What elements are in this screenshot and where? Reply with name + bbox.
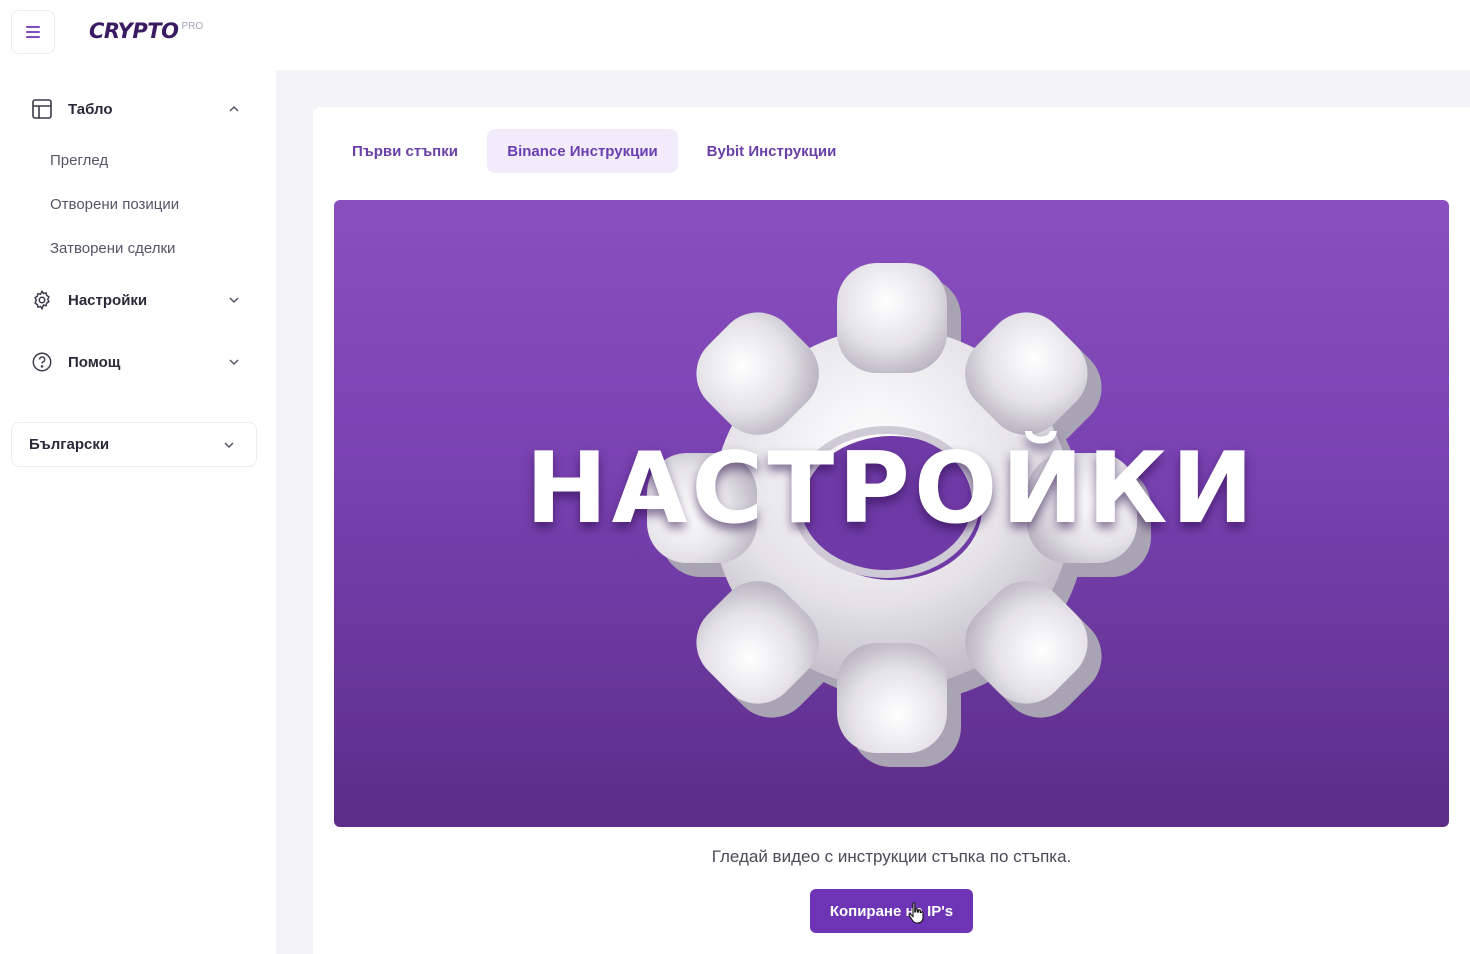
sidebar-group-label: Табло — [68, 100, 113, 118]
sidebar-item-overview[interactable]: Преглед — [50, 152, 108, 169]
chevron-up-icon — [229, 105, 239, 112]
tab-binance-instructions[interactable]: Binance Инструкции — [487, 129, 678, 173]
sidebar-group-settings[interactable]: Настройки — [30, 288, 246, 312]
chevron-down-icon — [229, 297, 239, 304]
logo-text: CRYPTO — [89, 19, 179, 43]
help-circle-icon — [30, 350, 54, 374]
logo[interactable]: CRYPTO PRO — [89, 19, 203, 43]
video-caption: Гледай видео с инструкции стъпка по стъп… — [711, 847, 1072, 866]
chevron-down-icon — [229, 359, 239, 366]
sidebar-group-dashboard[interactable]: Табло — [30, 97, 246, 121]
chevron-down-icon — [224, 442, 234, 449]
sidebar-group-label: Настройки — [68, 291, 148, 309]
gear-icon — [30, 288, 54, 312]
copy-ips-button[interactable]: Копиране на IP's — [810, 889, 973, 933]
language-select[interactable]: Български — [11, 422, 257, 467]
hamburger-menu-button[interactable] — [11, 10, 55, 54]
sidebar-group-label: Помощ — [68, 353, 121, 371]
hamburger-menu-icon — [26, 26, 40, 38]
language-select-value: Български — [29, 436, 110, 453]
hand-cursor-icon — [908, 902, 924, 924]
sidebar-group-help[interactable]: Помощ — [30, 350, 246, 374]
tab-bybit-instructions[interactable]: Bybit Инструкции — [688, 129, 855, 173]
sidebar-item-closed-trades[interactable]: Затворени сделки — [50, 240, 175, 257]
top-bar: CRYPTO PRO — [0, 0, 1470, 70]
tab-first-steps[interactable]: Първи стъпки — [334, 129, 476, 173]
video-player[interactable]: НАСТРОЙКИ — [334, 200, 1449, 827]
sidebar-item-open-positions[interactable]: Отворени позиции — [50, 196, 179, 213]
video-title-text: НАСТРОЙКИ — [525, 432, 1258, 546]
logo-superscript: PRO — [181, 21, 204, 32]
layout-icon — [30, 97, 54, 121]
